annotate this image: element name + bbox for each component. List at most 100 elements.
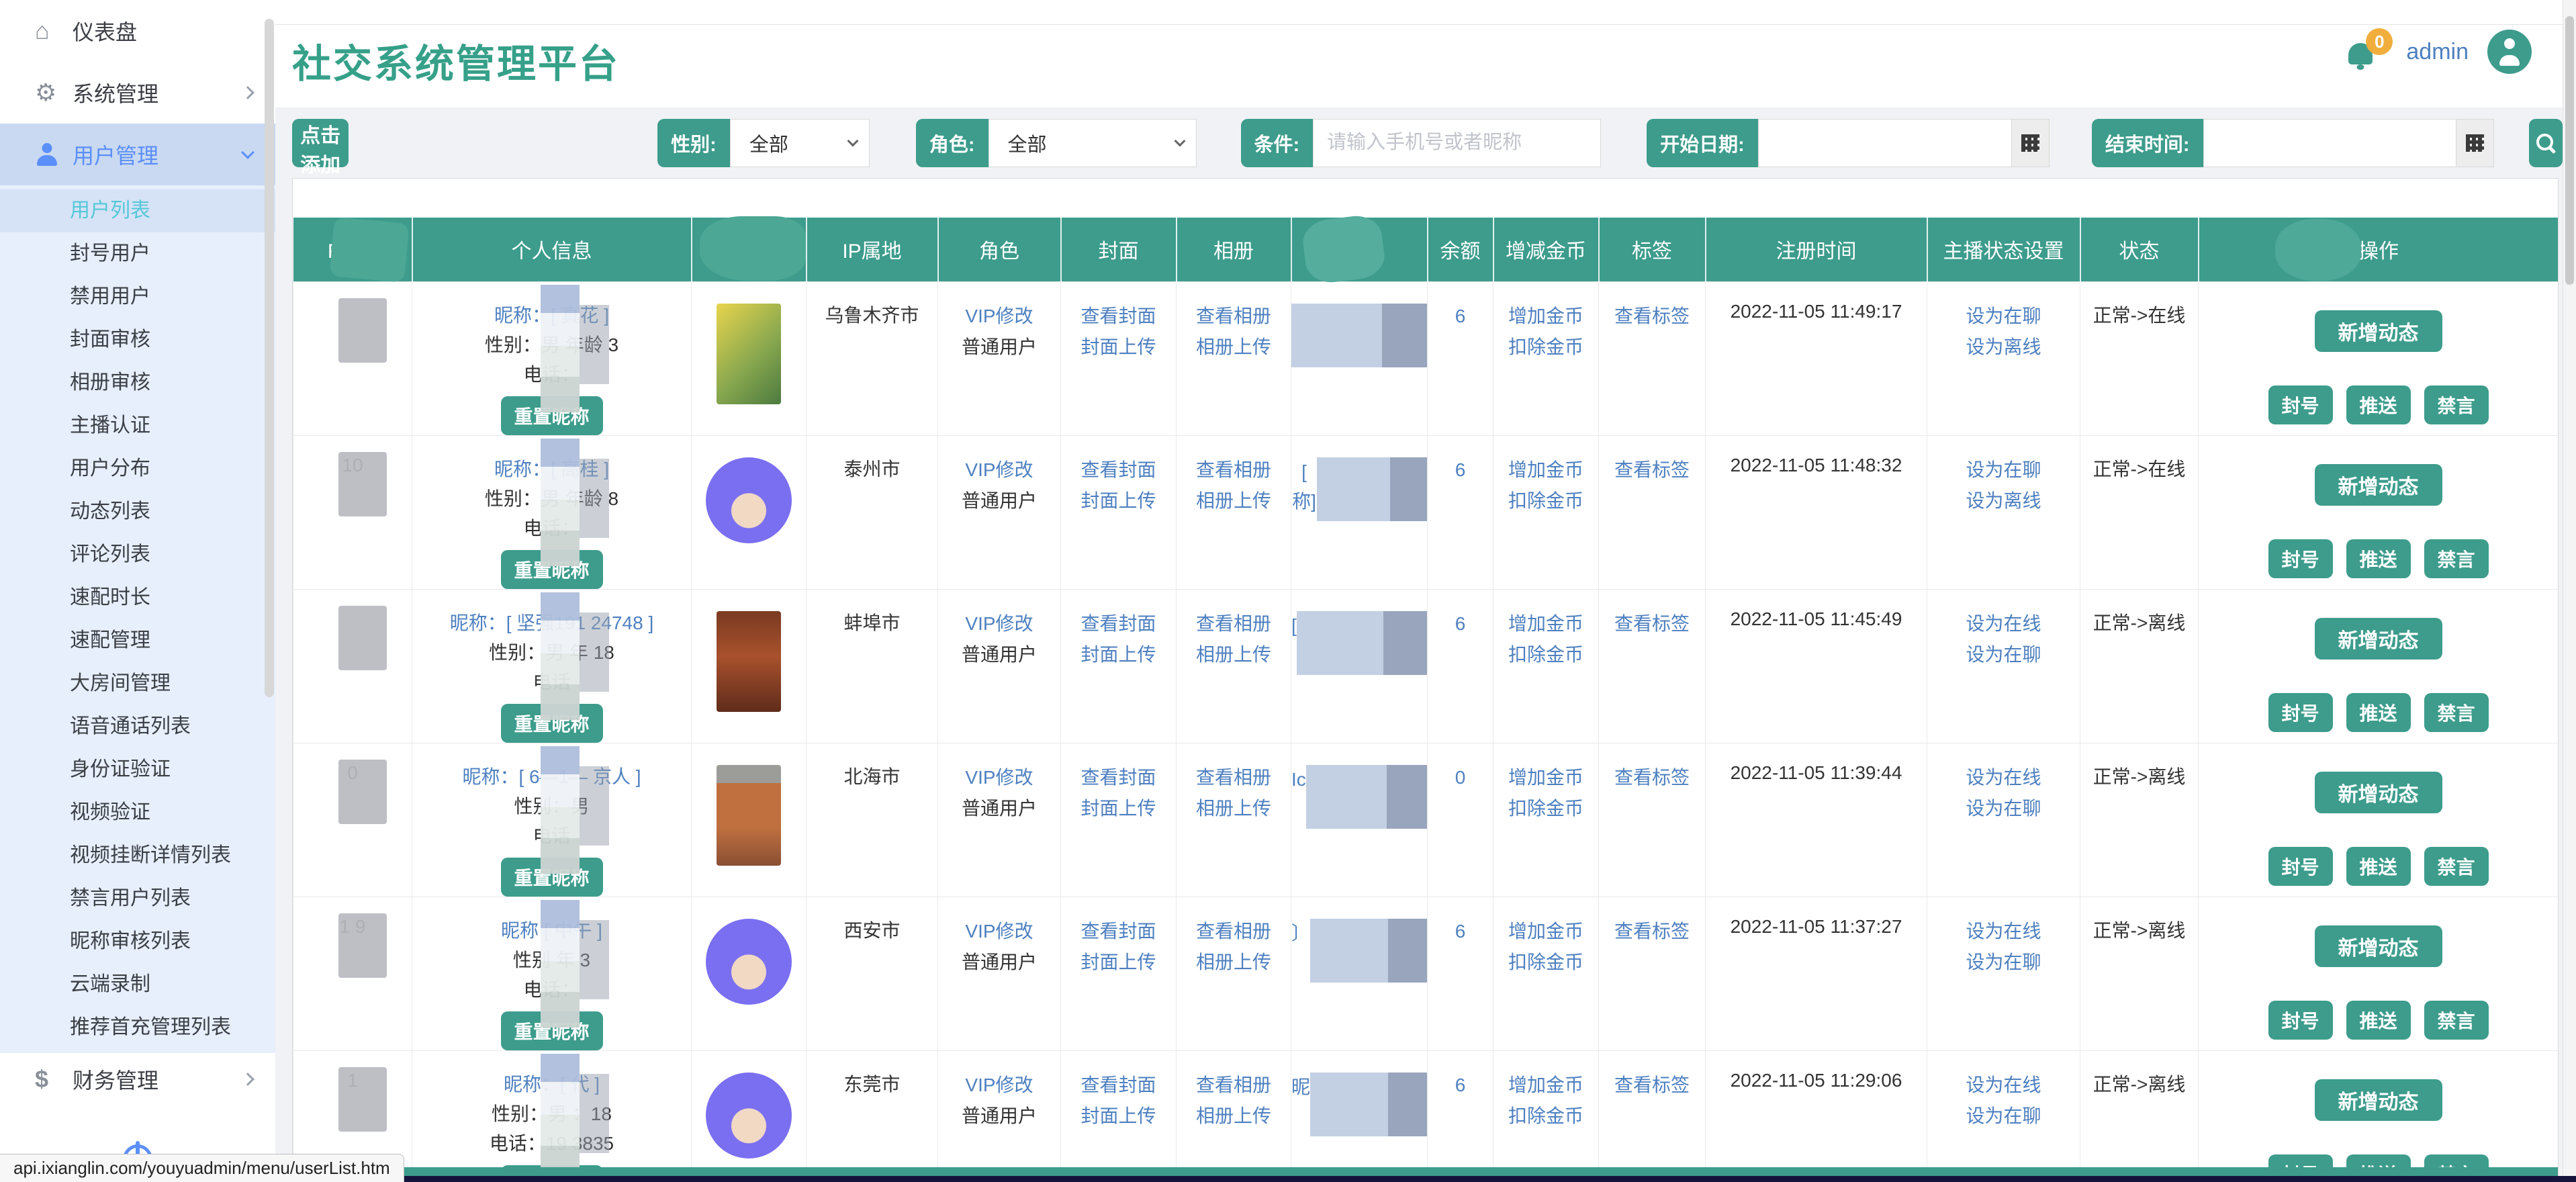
add-coin-link[interactable]: 增加金币 bbox=[1493, 916, 1598, 947]
upload-album-link[interactable]: 相册上传 bbox=[1177, 793, 1291, 824]
add-moment-button[interactable]: 新增动态 bbox=[2315, 1079, 2442, 1121]
role-select[interactable]: 全部 bbox=[988, 119, 1197, 167]
view-tag-link[interactable]: 查看标签 bbox=[1599, 1070, 1705, 1101]
vip-edit-link[interactable]: VIP修改 bbox=[938, 1070, 1060, 1101]
set-status-link-2[interactable]: 设为在聊 bbox=[1927, 793, 2080, 824]
ban-button[interactable]: 封号 bbox=[2268, 385, 2333, 424]
deduct-coin-link[interactable]: 扣除金币 bbox=[1493, 639, 1598, 670]
balance-link[interactable]: 6 bbox=[1428, 608, 1493, 639]
sidebar-subitem-5[interactable]: 主播认证 bbox=[0, 404, 275, 447]
notifications-button[interactable]: 0 bbox=[2348, 35, 2378, 69]
sidebar-subitem-12[interactable]: 语音通话列表 bbox=[0, 705, 275, 748]
condition-input[interactable] bbox=[1313, 119, 1601, 167]
scrollbar-thumb[interactable] bbox=[2565, 16, 2574, 285]
sidebar-subitem-11[interactable]: 大房间管理 bbox=[0, 662, 275, 705]
sidebar-subitem-15[interactable]: 视频挂断详情列表 bbox=[0, 834, 275, 877]
upload-cover-link[interactable]: 封面上传 bbox=[1061, 1101, 1176, 1132]
view-cover-link[interactable]: 查看封面 bbox=[1061, 301, 1176, 332]
view-album-link[interactable]: 查看相册 bbox=[1177, 762, 1291, 793]
sidebar-subitem-2[interactable]: 禁用用户 bbox=[0, 275, 275, 318]
sidebar-subitem-19[interactable]: 推荐首充管理列表 bbox=[0, 1006, 275, 1049]
set-status-link-1[interactable]: 设为在线 bbox=[1927, 1070, 2080, 1101]
avatar-image[interactable] bbox=[717, 611, 781, 712]
avatar[interactable] bbox=[2487, 30, 2532, 74]
upload-cover-link[interactable]: 封面上传 bbox=[1061, 332, 1176, 363]
sidebar-subitem-6[interactable]: 用户分布 bbox=[0, 447, 275, 490]
sidebar-subitem-8[interactable]: 评论列表 bbox=[0, 533, 275, 576]
add-moment-button[interactable]: 新增动态 bbox=[2315, 925, 2442, 967]
view-album-link[interactable]: 查看相册 bbox=[1177, 301, 1291, 332]
ban-button[interactable]: 封号 bbox=[2268, 1154, 2333, 1177]
add-coin-link[interactable]: 增加金币 bbox=[1493, 455, 1598, 486]
window-scrollbar[interactable] bbox=[2563, 0, 2576, 1182]
push-button[interactable]: 推送 bbox=[2346, 847, 2411, 886]
sidebar-subitem-9[interactable]: 速配时长 bbox=[0, 576, 275, 619]
set-status-link-2[interactable]: 设为在聊 bbox=[1927, 1101, 2080, 1132]
avatar-image[interactable] bbox=[717, 304, 781, 404]
vip-edit-link[interactable]: VIP修改 bbox=[938, 608, 1060, 639]
set-status-link-1[interactable]: 设为在线 bbox=[1927, 608, 2080, 639]
view-album-link[interactable]: 查看相册 bbox=[1177, 608, 1291, 639]
vip-edit-link[interactable]: VIP修改 bbox=[938, 455, 1060, 486]
push-button[interactable]: 推送 bbox=[2346, 539, 2411, 578]
mute-button[interactable]: 禁言 bbox=[2424, 385, 2489, 424]
balance-link[interactable]: 6 bbox=[1428, 916, 1493, 947]
sidebar-subitem-10[interactable]: 速配管理 bbox=[0, 619, 275, 662]
sidebar-subitem-1[interactable]: 封号用户 bbox=[0, 232, 275, 275]
add-coin-link[interactable]: 增加金币 bbox=[1493, 608, 1598, 639]
view-album-link[interactable]: 查看相册 bbox=[1177, 455, 1291, 486]
sidebar-subitem-17[interactable]: 昵称审核列表 bbox=[0, 920, 275, 963]
sidebar-subitem-18[interactable]: 云端录制 bbox=[0, 963, 275, 1006]
sidebar-subitem-13[interactable]: 身份证验证 bbox=[0, 748, 275, 791]
ban-button[interactable]: 封号 bbox=[2268, 693, 2333, 732]
mute-button[interactable]: 禁言 bbox=[2424, 1154, 2489, 1177]
add-button[interactable]: 点击添加 bbox=[292, 119, 349, 167]
set-status-link-1[interactable]: 设为在聊 bbox=[1927, 301, 2080, 332]
deduct-coin-link[interactable]: 扣除金币 bbox=[1493, 332, 1598, 363]
sidebar-item-dashboard[interactable]: ⌂ 仪表盘 bbox=[0, 0, 275, 62]
view-tag-link[interactable]: 查看标签 bbox=[1599, 762, 1705, 793]
push-button[interactable]: 推送 bbox=[2346, 1001, 2411, 1040]
upload-cover-link[interactable]: 封面上传 bbox=[1061, 639, 1176, 670]
upload-cover-link[interactable]: 封面上传 bbox=[1061, 947, 1176, 978]
push-button[interactable]: 推送 bbox=[2346, 693, 2411, 732]
sidebar-subitem-7[interactable]: 动态列表 bbox=[0, 490, 275, 533]
deduct-coin-link[interactable]: 扣除金币 bbox=[1493, 793, 1598, 824]
view-cover-link[interactable]: 查看封面 bbox=[1061, 1070, 1176, 1101]
balance-link[interactable]: 6 bbox=[1428, 455, 1493, 486]
deduct-coin-link[interactable]: 扣除金币 bbox=[1493, 1101, 1598, 1132]
sidebar-scrollbar[interactable] bbox=[265, 19, 274, 697]
vip-edit-link[interactable]: VIP修改 bbox=[938, 301, 1060, 332]
set-status-link-2[interactable]: 设为在聊 bbox=[1927, 639, 2080, 670]
set-status-link-2[interactable]: 设为离线 bbox=[1927, 332, 2080, 363]
sidebar-subitem-0[interactable]: 用户列表 bbox=[0, 189, 275, 232]
view-tag-link[interactable]: 查看标签 bbox=[1599, 455, 1705, 486]
add-coin-link[interactable]: 增加金币 bbox=[1493, 1070, 1598, 1101]
end-calendar-button[interactable] bbox=[2456, 119, 2494, 167]
view-cover-link[interactable]: 查看封面 bbox=[1061, 608, 1176, 639]
deduct-coin-link[interactable]: 扣除金币 bbox=[1493, 486, 1598, 516]
upload-cover-link[interactable]: 封面上传 bbox=[1061, 793, 1176, 824]
view-cover-link[interactable]: 查看封面 bbox=[1061, 455, 1176, 486]
add-moment-button[interactable]: 新增动态 bbox=[2315, 464, 2442, 506]
add-moment-button[interactable]: 新增动态 bbox=[2315, 310, 2442, 352]
upload-album-link[interactable]: 相册上传 bbox=[1177, 1101, 1291, 1132]
sidebar-subitem-4[interactable]: 相册审核 bbox=[0, 361, 275, 404]
push-button[interactable]: 推送 bbox=[2346, 385, 2411, 424]
balance-link[interactable]: 6 bbox=[1428, 1070, 1493, 1101]
view-tag-link[interactable]: 查看标签 bbox=[1599, 301, 1705, 332]
vip-edit-link[interactable]: VIP修改 bbox=[938, 762, 1060, 793]
set-status-link-2[interactable]: 设为在聊 bbox=[1927, 947, 2080, 978]
mute-button[interactable]: 禁言 bbox=[2424, 539, 2489, 578]
sidebar-item-user-management[interactable]: 用户管理 bbox=[0, 124, 275, 185]
gender-select[interactable]: 全部 bbox=[730, 119, 870, 167]
view-cover-link[interactable]: 查看封面 bbox=[1061, 762, 1176, 793]
upload-cover-link[interactable]: 封面上传 bbox=[1061, 486, 1176, 516]
upload-album-link[interactable]: 相册上传 bbox=[1177, 486, 1291, 516]
avatar-image[interactable] bbox=[717, 765, 781, 866]
mute-button[interactable]: 禁言 bbox=[2424, 847, 2489, 886]
upload-album-link[interactable]: 相册上传 bbox=[1177, 639, 1291, 670]
set-status-link-2[interactable]: 设为离线 bbox=[1927, 486, 2080, 516]
avatar-image[interactable] bbox=[706, 457, 792, 543]
balance-link[interactable]: 0 bbox=[1428, 762, 1493, 793]
